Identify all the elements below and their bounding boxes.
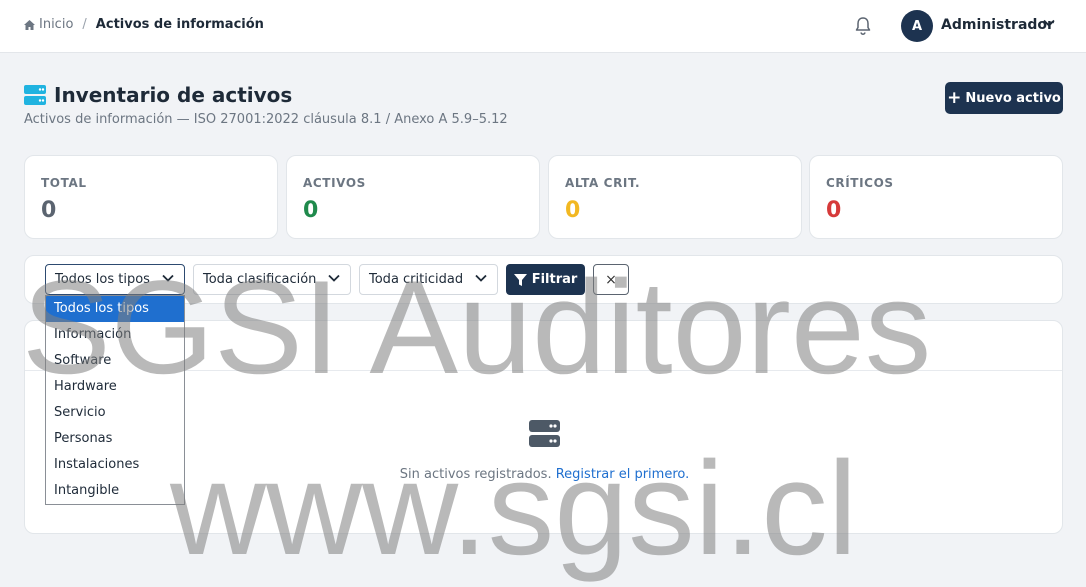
new-asset-label: Nuevo activo: [965, 90, 1061, 106]
filter-button-label: Filtrar: [531, 272, 578, 287]
type-select-value: Todos los tipos: [55, 272, 150, 287]
plus-icon: +: [947, 87, 962, 108]
empty-state-text: Sin activos registrados.: [399, 467, 552, 482]
server-icon: [529, 420, 560, 447]
stat-value: 0: [826, 198, 842, 223]
page-subtitle: Activos de información — ISO 27001:2022 …: [24, 112, 508, 127]
type-option[interactable]: Información: [46, 322, 184, 348]
stat-label: CRÍTICOS: [826, 176, 894, 190]
chevron-down-icon: [475, 274, 487, 282]
classification-select[interactable]: Toda clasificación: [193, 264, 351, 295]
type-select[interactable]: Todos los tipos: [45, 264, 185, 295]
server-icon: [24, 85, 46, 105]
page-title: Inventario de activos: [54, 83, 293, 107]
type-option[interactable]: Hardware: [46, 374, 184, 400]
chevron-down-icon[interactable]: [1043, 19, 1055, 27]
stat-label: ALTA CRIT.: [565, 176, 641, 190]
criticality-select[interactable]: Toda criticidad: [359, 264, 498, 295]
filter-button[interactable]: Filtrar: [506, 264, 585, 295]
classification-select-value: Toda clasificación: [203, 272, 317, 287]
criticality-select-value: Toda criticidad: [369, 272, 464, 287]
new-asset-button[interactable]: + Nuevo activo: [945, 82, 1063, 114]
breadcrumb-separator: /: [82, 17, 87, 32]
breadcrumb-home-link[interactable]: Inicio: [24, 17, 73, 32]
top-navbar: Inicio / Activos de información A Admini…: [0, 0, 1086, 53]
type-option[interactable]: Personas: [46, 426, 184, 452]
chevron-down-icon: [162, 274, 174, 282]
stat-card-active: ACTIVOS 0: [286, 155, 540, 239]
chevron-down-icon: [328, 274, 340, 282]
type-option[interactable]: Todos los tipos: [46, 296, 184, 322]
avatar[interactable]: A: [901, 10, 933, 42]
stat-value: 0: [41, 198, 57, 223]
type-select-dropdown: Todos los tipos Información Software Har…: [45, 295, 185, 505]
type-option[interactable]: Software: [46, 348, 184, 374]
filter-icon: [513, 273, 527, 286]
stat-card-critical: CRÍTICOS 0: [809, 155, 1063, 239]
bell-icon[interactable]: [854, 16, 872, 36]
home-icon: [24, 19, 35, 30]
type-option[interactable]: Instalaciones: [46, 452, 184, 478]
register-first-link[interactable]: Registrar el primero.: [556, 467, 690, 482]
stat-label: ACTIVOS: [303, 176, 366, 190]
clear-filters-button[interactable]: ×: [593, 264, 629, 295]
type-option[interactable]: Servicio: [46, 400, 184, 426]
type-option[interactable]: Intangible: [46, 478, 184, 504]
breadcrumb-home-label: Inicio: [39, 17, 74, 32]
stat-value: 0: [303, 198, 319, 223]
breadcrumb-current: Activos de información: [95, 17, 264, 32]
stat-card-total: TOTAL 0: [24, 155, 278, 239]
stat-card-high-criticality: ALTA CRIT. 0: [548, 155, 802, 239]
stat-value: 0: [565, 198, 581, 223]
stat-label: TOTAL: [41, 176, 87, 190]
user-menu-name[interactable]: Administrador: [941, 17, 1054, 33]
breadcrumb: Inicio / Activos de información: [24, 17, 264, 32]
